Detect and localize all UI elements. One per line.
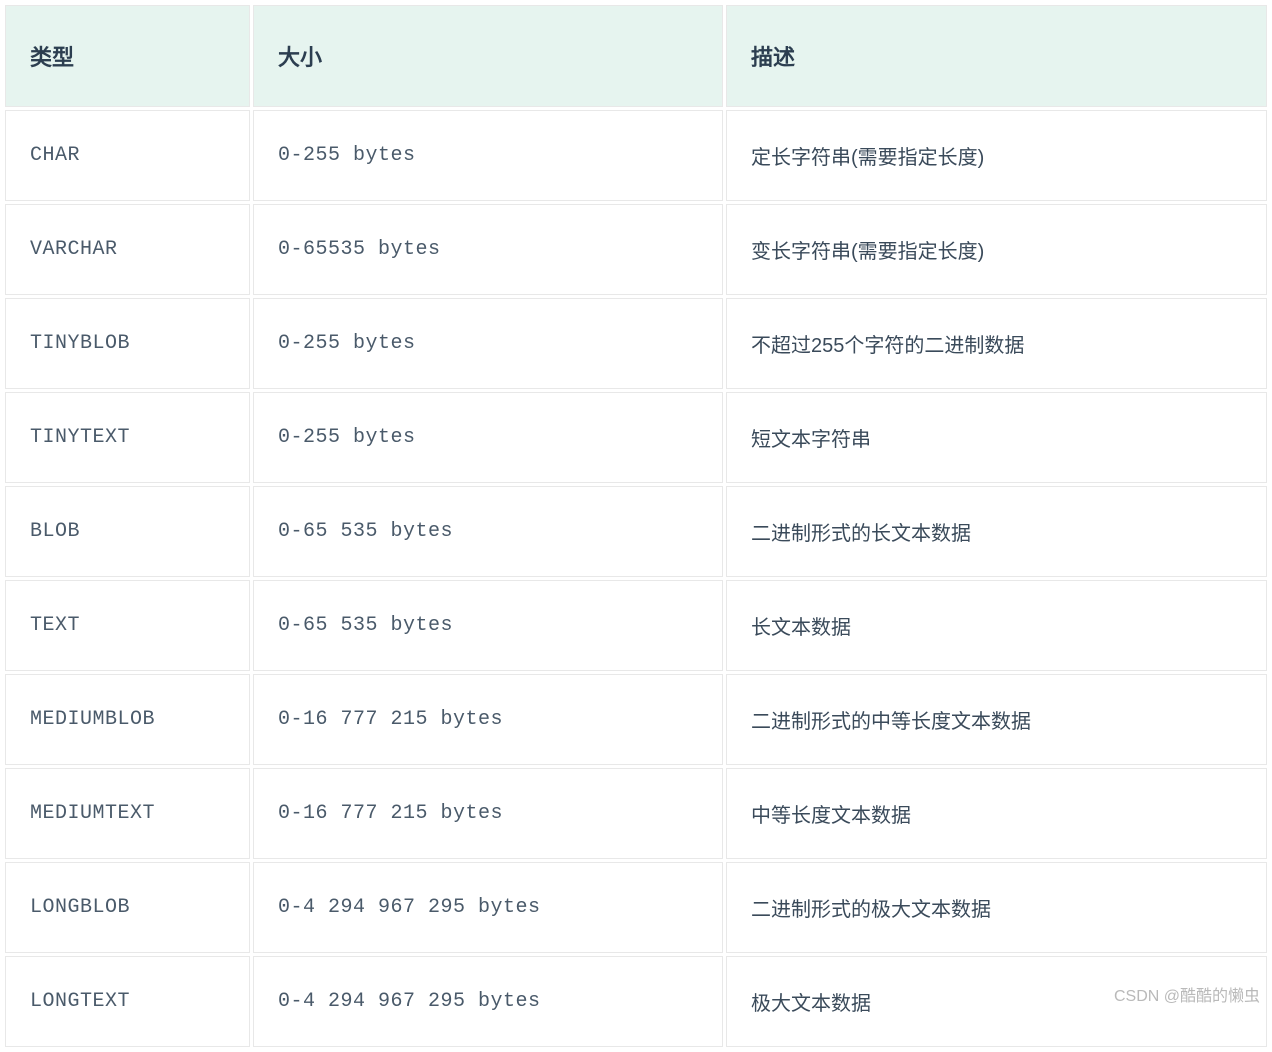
- header-type: 类型: [5, 5, 250, 107]
- table-body: CHAR 0-255 bytes 定长字符串(需要指定长度) VARCHAR 0…: [5, 110, 1267, 1047]
- cell-description: 二进制形式的极大文本数据: [726, 862, 1267, 953]
- cell-type: LONGTEXT: [5, 956, 250, 1047]
- table-row: LONGTEXT 0-4 294 967 295 bytes 极大文本数据: [5, 956, 1267, 1047]
- cell-size: 0-16 777 215 bytes: [253, 768, 723, 859]
- table-row: MEDIUMTEXT 0-16 777 215 bytes 中等长度文本数据: [5, 768, 1267, 859]
- cell-description: 定长字符串(需要指定长度): [726, 110, 1267, 201]
- table-row: VARCHAR 0-65535 bytes 变长字符串(需要指定长度): [5, 204, 1267, 295]
- table-row: LONGBLOB 0-4 294 967 295 bytes 二进制形式的极大文…: [5, 862, 1267, 953]
- cell-type: TINYTEXT: [5, 392, 250, 483]
- cell-description: 二进制形式的中等长度文本数据: [726, 674, 1267, 765]
- cell-type: TINYBLOB: [5, 298, 250, 389]
- cell-type: MEDIUMTEXT: [5, 768, 250, 859]
- cell-size: 0-255 bytes: [253, 298, 723, 389]
- data-types-table: 类型 大小 描述 CHAR 0-255 bytes 定长字符串(需要指定长度) …: [2, 2, 1270, 1050]
- table-row: BLOB 0-65 535 bytes 二进制形式的长文本数据: [5, 486, 1267, 577]
- header-description: 描述: [726, 5, 1267, 107]
- cell-type: BLOB: [5, 486, 250, 577]
- cell-size: 0-65 535 bytes: [253, 580, 723, 671]
- cell-type: VARCHAR: [5, 204, 250, 295]
- table-row: MEDIUMBLOB 0-16 777 215 bytes 二进制形式的中等长度…: [5, 674, 1267, 765]
- table-row: TINYTEXT 0-255 bytes 短文本字符串: [5, 392, 1267, 483]
- header-size: 大小: [253, 5, 723, 107]
- cell-type: TEXT: [5, 580, 250, 671]
- cell-description: 短文本字符串: [726, 392, 1267, 483]
- cell-description: 中等长度文本数据: [726, 768, 1267, 859]
- table-row: TEXT 0-65 535 bytes 长文本数据: [5, 580, 1267, 671]
- table-row: TINYBLOB 0-255 bytes 不超过255个字符的二进制数据: [5, 298, 1267, 389]
- cell-size: 0-16 777 215 bytes: [253, 674, 723, 765]
- table-row: CHAR 0-255 bytes 定长字符串(需要指定长度): [5, 110, 1267, 201]
- cell-type: CHAR: [5, 110, 250, 201]
- cell-size: 0-65 535 bytes: [253, 486, 723, 577]
- cell-type: LONGBLOB: [5, 862, 250, 953]
- table-header-row: 类型 大小 描述: [5, 5, 1267, 107]
- cell-description: 极大文本数据: [726, 956, 1267, 1047]
- cell-description: 变长字符串(需要指定长度): [726, 204, 1267, 295]
- cell-description: 二进制形式的长文本数据: [726, 486, 1267, 577]
- cell-description: 不超过255个字符的二进制数据: [726, 298, 1267, 389]
- cell-size: 0-4 294 967 295 bytes: [253, 956, 723, 1047]
- cell-size: 0-255 bytes: [253, 110, 723, 201]
- cell-description: 长文本数据: [726, 580, 1267, 671]
- cell-size: 0-255 bytes: [253, 392, 723, 483]
- cell-size: 0-65535 bytes: [253, 204, 723, 295]
- cell-type: MEDIUMBLOB: [5, 674, 250, 765]
- cell-size: 0-4 294 967 295 bytes: [253, 862, 723, 953]
